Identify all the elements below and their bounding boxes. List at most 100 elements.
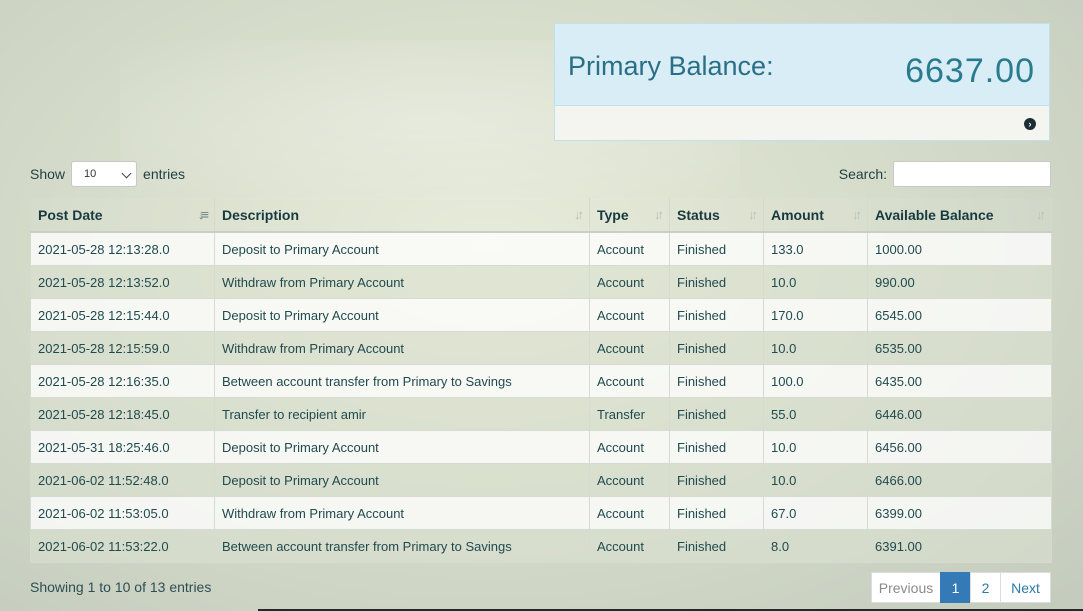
cell-amount: 67.0 (763, 496, 868, 530)
cell-description: Withdraw from Primary Account (214, 265, 590, 299)
cell-type: Account (589, 463, 670, 497)
cell-status: Finished (669, 397, 764, 431)
cell-type: Transfer (589, 397, 670, 431)
primary-balance-panel: Primary Balance: 6637.00 › (554, 23, 1050, 141)
sort-icon: ↓↑ (654, 207, 664, 222)
cell-description: Between account transfer from Primary to… (214, 529, 590, 563)
cell-description: Deposit to Primary Account (214, 463, 590, 497)
cell-post-date: 2021-05-28 12:15:44.0 (30, 298, 215, 332)
cell-type: Account (589, 298, 670, 332)
cell-description: Transfer to recipient amir (214, 397, 590, 431)
show-label: Show (30, 166, 66, 182)
cell-available-balance: 6545.00 (867, 298, 1052, 332)
cell-post-date: 2021-05-28 12:15:59.0 (30, 331, 215, 365)
pagination-next[interactable]: Next (1000, 572, 1051, 603)
cell-status: Finished (669, 496, 764, 530)
table-info: Showing 1 to 10 of 13 entries (30, 579, 212, 595)
column-header-post-date[interactable]: Post Date ↓≡ (30, 198, 215, 233)
cell-available-balance: 6466.00 (867, 463, 1052, 497)
cell-post-date: 2021-05-28 12:18:45.0 (30, 397, 215, 431)
cell-status: Finished (669, 430, 764, 464)
cell-amount: 10.0 (763, 430, 868, 464)
cell-description: Withdraw from Primary Account (214, 496, 590, 530)
search-label: Search: (838, 166, 887, 182)
cell-post-date: 2021-05-28 12:13:28.0 (30, 231, 215, 266)
cell-description: Deposit to Primary Account (214, 231, 590, 266)
cell-amount: 55.0 (763, 397, 868, 431)
cell-available-balance: 6391.00 (867, 529, 1052, 563)
cell-available-balance: 6399.00 (867, 496, 1052, 530)
table-row: 2021-05-31 18:25:46.0 Deposit to Primary… (30, 430, 1052, 464)
page-length-control: Show 10 entries (30, 161, 185, 187)
table-row: 2021-06-02 11:53:22.0 Between account tr… (30, 529, 1052, 563)
table-row: 2021-05-28 12:16:35.0 Between account tr… (30, 364, 1052, 398)
column-header-available-balance[interactable]: Available Balance ↓↑ (867, 198, 1052, 233)
cell-amount: 170.0 (763, 298, 868, 332)
column-header-description[interactable]: Description ↓↑ (214, 198, 590, 233)
cell-description: Deposit to Primary Account (214, 430, 590, 464)
cell-available-balance: 6446.00 (867, 397, 1052, 431)
balance-value: 6637.00 (905, 52, 1035, 90)
cell-status: Finished (669, 529, 764, 563)
column-header-status[interactable]: Status ↓↑ (669, 198, 764, 233)
cell-post-date: 2021-05-28 12:13:52.0 (30, 265, 215, 299)
cell-amount: 10.0 (763, 463, 868, 497)
table-row: 2021-06-02 11:53:05.0 Withdraw from Prim… (30, 496, 1052, 530)
cell-post-date: 2021-05-28 12:16:35.0 (30, 364, 215, 398)
transactions-table: Post Date ↓≡ Description ↓↑ Type ↓↑ Status ↓… (30, 198, 1052, 563)
cell-description: Deposit to Primary Account (214, 298, 590, 332)
pagination-previous[interactable]: Previous (871, 572, 941, 603)
cell-amount: 10.0 (763, 265, 868, 299)
search-control: Search: (839, 161, 1051, 187)
table-row: 2021-05-28 12:13:28.0 Deposit to Primary… (30, 231, 1052, 266)
table-row: 2021-05-28 12:15:59.0 Withdraw from Prim… (30, 331, 1052, 365)
cell-status: Finished (669, 231, 764, 266)
table-row: 2021-05-28 12:13:52.0 Withdraw from Prim… (30, 265, 1052, 299)
cell-status: Finished (669, 265, 764, 299)
cell-type: Account (589, 231, 670, 266)
search-input[interactable] (893, 161, 1051, 187)
sort-icon: ↓↑ (748, 207, 758, 222)
cell-available-balance: 6435.00 (867, 364, 1052, 398)
cell-status: Finished (669, 298, 764, 332)
pagination-page-2[interactable]: 2 (970, 572, 1001, 603)
balance-panel-heading: Primary Balance: 6637.00 (555, 24, 1049, 106)
page-length-select[interactable]: 10 (71, 161, 138, 187)
cell-post-date: 2021-06-02 11:53:05.0 (30, 496, 215, 530)
table-row: 2021-05-28 12:18:45.0 Transfer to recipi… (30, 397, 1052, 431)
column-header-type[interactable]: Type ↓↑ (589, 198, 670, 233)
chevron-down-icon (121, 168, 132, 179)
sort-icon: ↓↑ (852, 207, 862, 222)
cell-type: Account (589, 331, 670, 365)
balance-panel-footer[interactable]: › (555, 106, 1049, 142)
cell-available-balance: 1000.00 (867, 231, 1052, 266)
cell-type: Account (589, 496, 670, 530)
cell-type: Account (589, 364, 670, 398)
table-row: 2021-06-02 11:52:48.0 Deposit to Primary… (30, 463, 1052, 497)
sort-amount-asc-icon: ↓≡ (197, 207, 209, 222)
cell-status: Finished (669, 463, 764, 497)
page-length-value: 10 (84, 168, 97, 180)
sort-icon: ↓↑ (574, 207, 584, 222)
cell-description: Withdraw from Primary Account (214, 331, 590, 365)
cell-post-date: 2021-05-31 18:25:46.0 (30, 430, 215, 464)
cell-post-date: 2021-06-02 11:52:48.0 (30, 463, 215, 497)
cell-type: Account (589, 265, 670, 299)
cell-amount: 8.0 (763, 529, 868, 563)
cell-amount: 100.0 (763, 364, 868, 398)
entries-label: entries (143, 166, 186, 182)
cell-type: Account (589, 430, 670, 464)
cell-available-balance: 6456.00 (867, 430, 1052, 464)
pagination-page-1[interactable]: 1 (940, 572, 971, 603)
balance-label: Primary Balance: (568, 51, 774, 81)
cell-amount: 133.0 (763, 231, 868, 266)
column-header-amount[interactable]: Amount ↓↑ (763, 198, 868, 233)
sort-icon: ↓↑ (1036, 207, 1046, 222)
cell-status: Finished (669, 331, 764, 365)
pagination: Previous 1 2 Next (871, 572, 1051, 603)
cell-description: Between account transfer from Primary to… (214, 364, 590, 398)
table-header-row: Post Date ↓≡ Description ↓↑ Type ↓↑ Status ↓… (30, 198, 1052, 233)
cell-type: Account (589, 529, 670, 563)
arrow-circle-right-icon[interactable]: › (1024, 118, 1036, 130)
cell-available-balance: 990.00 (867, 265, 1052, 299)
